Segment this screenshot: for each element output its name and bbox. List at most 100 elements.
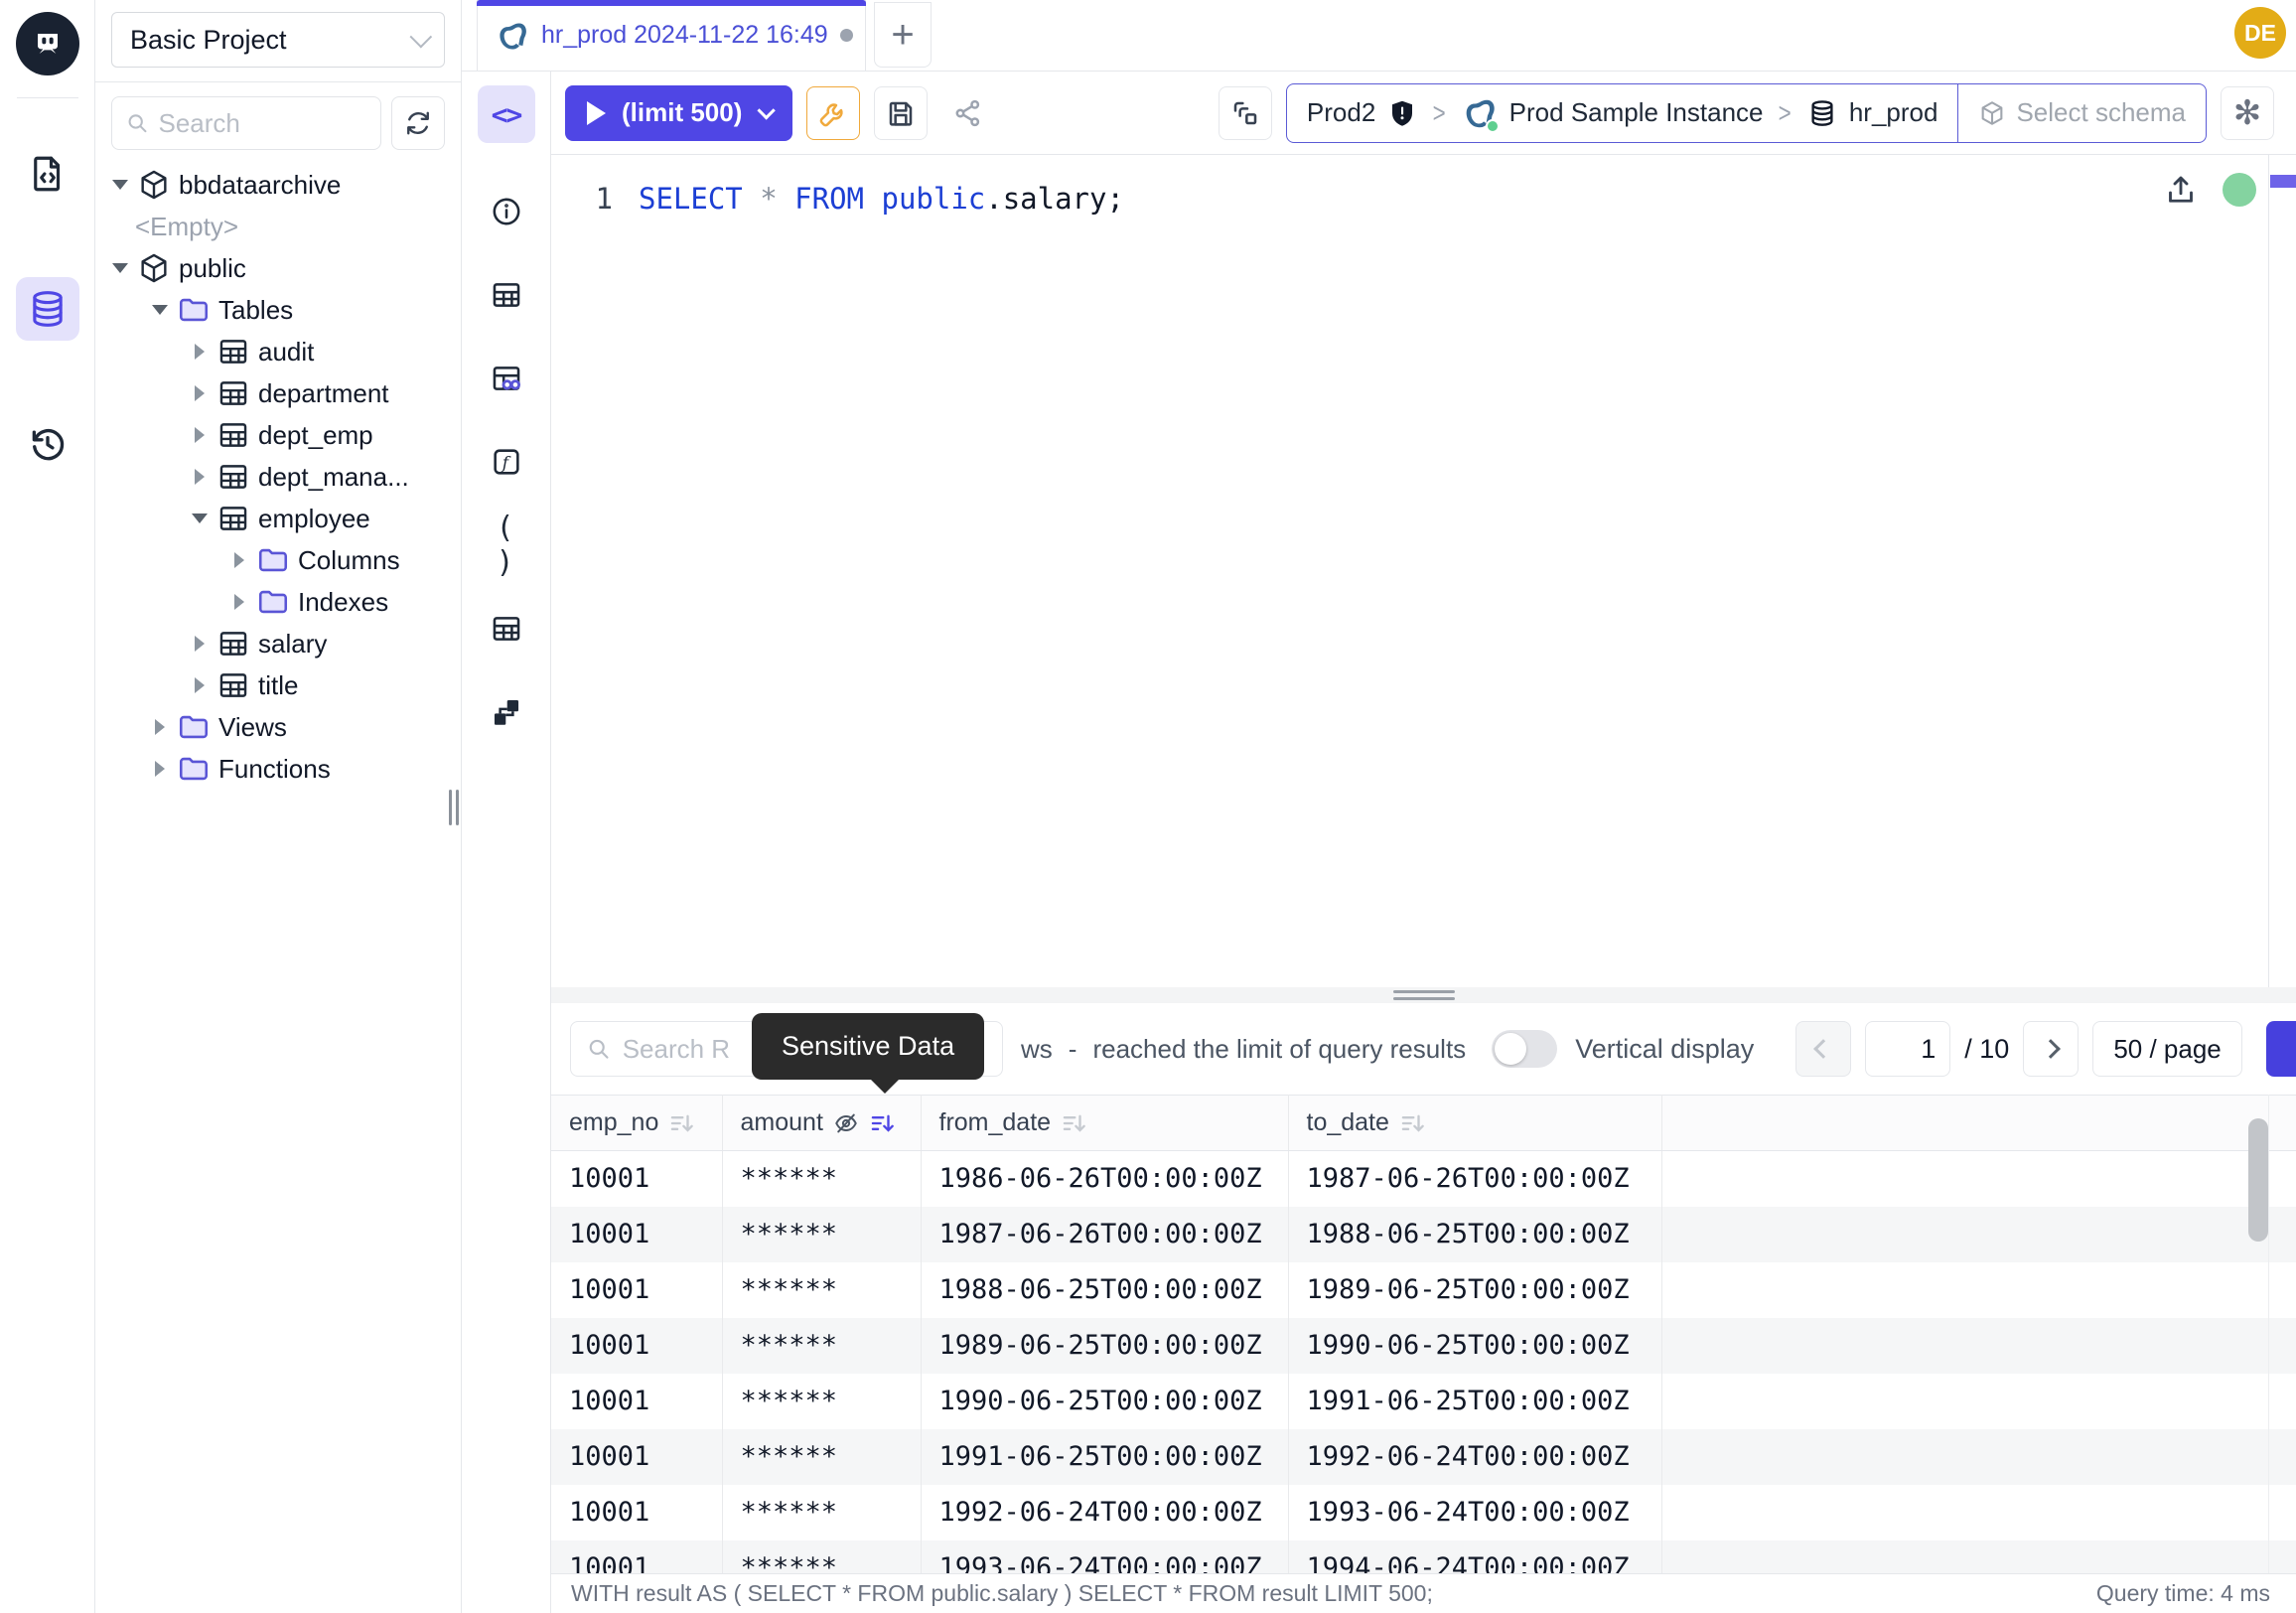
tree-item[interactable]: Indexes: [95, 581, 461, 623]
worksheet-tab[interactable]: hr_prod 2024-11-22 16:49: [477, 0, 866, 71]
tree-caret-icon[interactable]: [145, 719, 175, 735]
save-button[interactable]: [874, 86, 928, 140]
sidebar-resize-handle[interactable]: [449, 790, 459, 825]
result-cell: 1991-06-25T00:00:00Z: [1288, 1374, 1661, 1429]
prev-page-button[interactable]: [1795, 1021, 1851, 1077]
run-query-button[interactable]: (limit 500): [565, 85, 792, 141]
result-row[interactable]: 10001******1986-06-26T00:00:00Z1987-06-2…: [551, 1151, 2296, 1207]
result-row[interactable]: 10001******1988-06-25T00:00:00Z1989-06-2…: [551, 1262, 2296, 1318]
sql-editor[interactable]: 1 SELECT * FROM public .salary;: [551, 155, 2296, 987]
result-row[interactable]: 10001******1987-06-26T00:00:00Z1988-06-2…: [551, 1207, 2296, 1262]
result-cell: 1991-06-25T00:00:00Z: [921, 1429, 1288, 1485]
result-cell: 1990-06-25T00:00:00Z: [921, 1374, 1288, 1429]
cube-icon: [1978, 99, 2006, 127]
tree-item[interactable]: <Empty>: [95, 206, 461, 247]
worksheet-file-icon[interactable]: [16, 142, 79, 206]
sidebar-search-input[interactable]: [159, 108, 367, 139]
project-selector[interactable]: Basic Project: [111, 12, 445, 68]
code-line: 1 SELECT * FROM public .salary;: [551, 177, 1124, 220]
ai-assistant-button[interactable]: ✻: [2221, 86, 2274, 140]
result-cell: 1987-06-26T00:00:00Z: [921, 1207, 1288, 1262]
tree-item[interactable]: audit: [95, 331, 461, 372]
tree-caret-icon[interactable]: [224, 594, 254, 610]
procedures-panel-icon[interactable]: ( ): [478, 516, 535, 574]
functions-panel-icon[interactable]: f: [478, 433, 535, 491]
admin-wrench-button[interactable]: [806, 86, 860, 140]
next-page-button[interactable]: [2023, 1021, 2079, 1077]
result-row[interactable]: 10001******1989-06-25T00:00:00Z1990-06-2…: [551, 1318, 2296, 1374]
tree-caret-icon[interactable]: [224, 552, 254, 568]
vertical-display-toggle[interactable]: [1492, 1030, 1557, 1068]
sort-icon[interactable]: [869, 1110, 895, 1136]
page-number-input[interactable]: [1865, 1021, 1950, 1077]
tree-caret-icon[interactable]: [105, 263, 135, 273]
unsaved-dot: [840, 29, 853, 42]
share-button[interactable]: [941, 86, 995, 140]
result-row[interactable]: 10001******1991-06-25T00:00:00Z1992-06-2…: [551, 1429, 2296, 1485]
result-row[interactable]: 10001******1992-06-24T00:00:00Z1993-06-2…: [551, 1485, 2296, 1540]
format-sql-button[interactable]: [1219, 86, 1272, 140]
user-avatar[interactable]: DE: [2234, 7, 2286, 59]
tree-item[interactable]: salary: [95, 623, 461, 664]
result-row[interactable]: 10001******1990-06-25T00:00:00Z1991-06-2…: [551, 1374, 2296, 1429]
tree-item[interactable]: department: [95, 372, 461, 414]
app-logo-icon[interactable]: [16, 12, 79, 75]
tree-item[interactable]: bbdataarchive: [95, 164, 461, 206]
tree-item[interactable]: public: [95, 247, 461, 289]
tree-caret-icon[interactable]: [185, 385, 215, 401]
result-column-header[interactable]: to_date: [1288, 1096, 1661, 1151]
result-cell: 1986-06-26T00:00:00Z: [921, 1151, 1288, 1207]
tree-caret-icon[interactable]: [185, 469, 215, 485]
connection-context[interactable]: Prod2 > Prod Sample Instance > hr_prod: [1287, 84, 1958, 142]
tree-caret-icon[interactable]: [185, 513, 215, 523]
new-tab-button[interactable]: +: [874, 2, 932, 68]
schema-selector[interactable]: Select schema: [1957, 84, 2206, 142]
refresh-schema-button[interactable]: [391, 96, 445, 150]
format-icon: [1229, 97, 1261, 129]
tree-caret-icon[interactable]: [185, 427, 215, 443]
history-icon[interactable]: [16, 412, 79, 476]
tree-item[interactable]: Views: [95, 706, 461, 748]
result-column-header[interactable]: amount: [722, 1096, 921, 1151]
sort-icon[interactable]: [1061, 1110, 1086, 1136]
schema-diagram-icon[interactable]: [478, 683, 535, 741]
export-button-partial[interactable]: [2266, 1021, 2296, 1077]
result-row[interactable]: 10001******1993-06-24T00:00:00Z1994-06-2…: [551, 1540, 2296, 1574]
tree-item[interactable]: Tables: [95, 289, 461, 331]
tree-caret-icon[interactable]: [105, 180, 135, 190]
tree-caret-icon[interactable]: [185, 344, 215, 360]
sensitive-tables-icon[interactable]: [478, 350, 535, 407]
tree-caret-icon[interactable]: [185, 677, 215, 693]
tree-item[interactable]: dept_mana...: [95, 456, 461, 498]
upload-sql-button[interactable]: [2161, 171, 2201, 211]
tree-item[interactable]: Columns: [95, 539, 461, 581]
tree-item-label: Indexes: [298, 587, 388, 618]
postgres-icon: [496, 19, 529, 53]
tree-caret-icon[interactable]: [145, 305, 175, 315]
executed-sql-text: WITH result AS ( SELECT * FROM public.sa…: [571, 1580, 1433, 1607]
sort-icon[interactable]: [668, 1110, 694, 1136]
tab-title: hr_prod 2024-11-22 16:49: [541, 21, 828, 50]
tree-caret-icon[interactable]: [145, 761, 175, 777]
result-column-header[interactable]: from_date: [921, 1096, 1288, 1151]
info-icon[interactable]: [478, 183, 535, 240]
tree-caret-icon[interactable]: [185, 636, 215, 652]
instance-status-dot: [1486, 119, 1500, 133]
result-column-header[interactable]: emp_no: [551, 1096, 722, 1151]
eye-off-icon[interactable]: [833, 1110, 859, 1136]
tree-item[interactable]: Functions: [95, 748, 461, 790]
result-cell: 1993-06-24T00:00:00Z: [921, 1540, 1288, 1574]
tables-panel-icon[interactable]: [478, 266, 535, 324]
page-size-select[interactable]: 50 / page: [2092, 1021, 2241, 1077]
tree-item[interactable]: dept_emp: [95, 414, 461, 456]
external-tables-icon[interactable]: [478, 600, 535, 658]
sql-schema: public: [881, 177, 985, 220]
sql-editor-tab-icon[interactable]: <>: [478, 85, 535, 143]
tree-item[interactable]: employee: [95, 498, 461, 539]
sort-icon[interactable]: [1399, 1110, 1425, 1136]
tree-item[interactable]: title: [95, 664, 461, 706]
panel-splitter[interactable]: [551, 987, 2296, 1003]
results-scrollbar-thumb[interactable]: [2248, 1118, 2268, 1242]
result-rows: 10001******1986-06-26T00:00:00Z1987-06-2…: [551, 1151, 2296, 1574]
database-nav-icon[interactable]: [16, 277, 79, 341]
